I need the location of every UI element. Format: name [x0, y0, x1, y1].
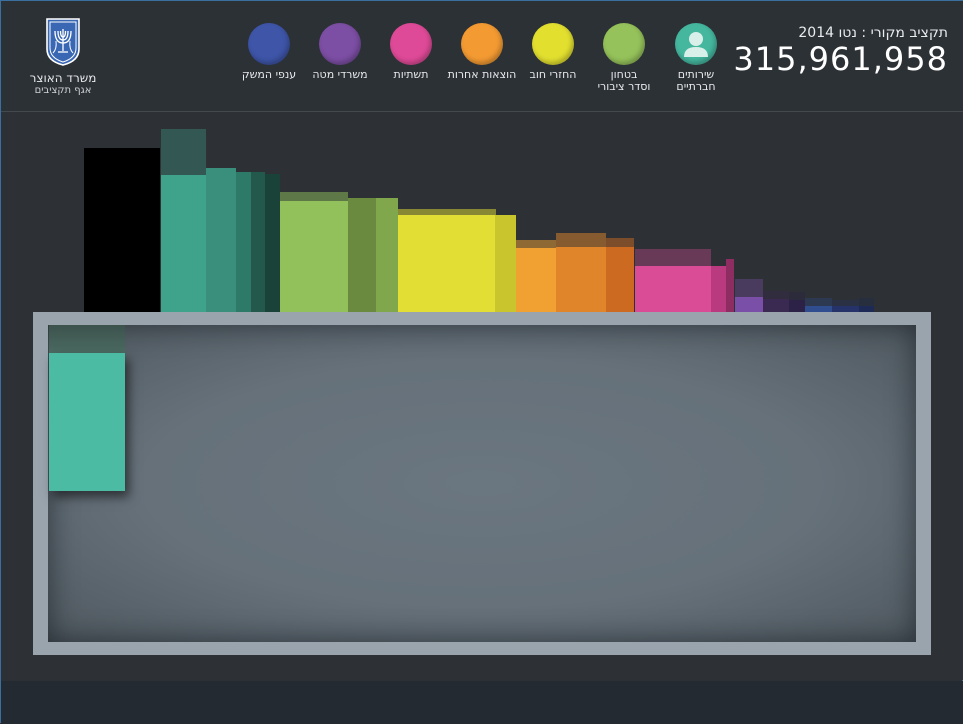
- budget-bar[interactable]: [735, 297, 763, 313]
- budget-bar[interactable]: [495, 215, 516, 313]
- category-label: ענפי המשק: [241, 68, 297, 81]
- budget-bar[interactable]: [516, 248, 556, 313]
- budget-bar[interactable]: [280, 201, 348, 313]
- budget-bar-shadow: [805, 298, 832, 306]
- budget-value: 315,961,958: [733, 40, 948, 78]
- emblem-icon: [46, 18, 80, 66]
- budget-bar[interactable]: [206, 168, 236, 313]
- budget-bar-shadow: [789, 292, 805, 300]
- selected-bar-shadow: [49, 325, 125, 353]
- budget-bar-shadow: [832, 300, 859, 306]
- budget-bar-shadow: [280, 192, 348, 201]
- budget-label: תקציב מקורי : נטו 2014: [798, 25, 948, 41]
- economy-sectors-circle[interactable]: [248, 23, 290, 65]
- budget-bar-shadow: [635, 249, 711, 266]
- security-circle[interactable]: [603, 23, 645, 65]
- ministry-logo: משרד האוצר אגף תקציבים: [23, 15, 103, 97]
- budget-bar-shadow: [516, 240, 556, 248]
- logo-subtitle: אגף תקציבים: [34, 85, 92, 96]
- budget-bar[interactable]: [726, 259, 734, 313]
- person-icon: [684, 32, 708, 57]
- selected-bar[interactable]: [49, 353, 125, 491]
- detail-panel: [48, 325, 916, 642]
- budget-app: משרד האוצר אגף תקציבים שירותים חברתיים ב…: [0, 0, 963, 724]
- footer: [1, 681, 963, 724]
- budget-summary: תקציב מקורי : נטו 2014 315,961,958: [733, 25, 948, 77]
- budget-bar[interactable]: [763, 299, 789, 313]
- selected-item-bar[interactable]: [49, 325, 125, 491]
- category-economy-sectors[interactable]: ענפי המשק: [226, 23, 312, 81]
- budget-bar[interactable]: [398, 215, 496, 313]
- budget-bar[interactable]: [265, 174, 280, 313]
- social-services-circle[interactable]: [675, 23, 717, 65]
- budget-bar-shadow: [398, 209, 496, 215]
- budget-bar-shadow: [606, 238, 634, 247]
- logo-title: משרד האוצר: [29, 71, 97, 85]
- budget-bar[interactable]: [161, 175, 206, 313]
- budget-bar-shadow: [735, 279, 763, 297]
- budget-bar[interactable]: [376, 198, 398, 313]
- budget-bar-shadow: [763, 291, 789, 299]
- budget-bars-chart: [84, 129, 874, 313]
- budget-bar[interactable]: [711, 266, 726, 313]
- budget-bar[interactable]: [556, 247, 606, 313]
- budget-bar-shadow: [556, 233, 606, 247]
- budget-bar-shadow: [161, 129, 206, 175]
- hq-ministries-circle[interactable]: [319, 23, 361, 65]
- infrastructure-circle[interactable]: [390, 23, 432, 65]
- budget-bar[interactable]: [635, 266, 711, 313]
- budget-bar[interactable]: [251, 172, 265, 313]
- budget-bar[interactable]: [236, 172, 251, 313]
- debt-repayment-circle[interactable]: [532, 23, 574, 65]
- budget-bar[interactable]: [84, 148, 160, 313]
- budget-bar[interactable]: [348, 198, 376, 313]
- header: משרד האוצר אגף תקציבים שירותים חברתיים ב…: [1, 1, 963, 112]
- other-expenses-circle[interactable]: [461, 23, 503, 65]
- budget-bar-shadow: [859, 298, 874, 306]
- budget-bar[interactable]: [606, 247, 634, 313]
